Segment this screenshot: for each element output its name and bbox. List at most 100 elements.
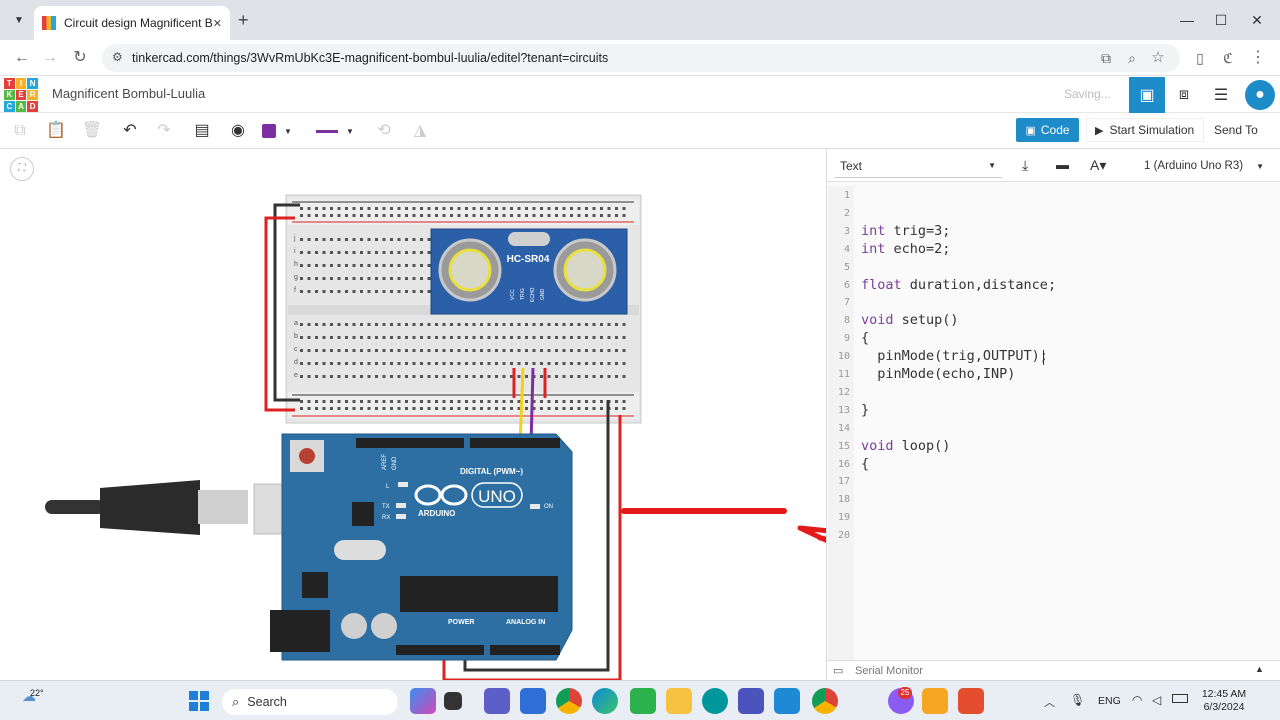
- chevron-up-icon[interactable]: ︿: [1044, 694, 1055, 710]
- circuit-view-icon[interactable]: ▣: [1129, 77, 1165, 113]
- breadboard-hole: [397, 251, 401, 254]
- serial-monitor-bar[interactable]: ▭ Serial Monitor ▲: [827, 660, 1280, 680]
- chrome-icon[interactable]: [556, 688, 582, 714]
- tinkercad-logo[interactable]: T I N K E R C A D: [4, 78, 38, 112]
- breadboard-hole: [487, 207, 491, 210]
- send-to-button[interactable]: Send To: [1214, 118, 1274, 142]
- code-line[interactable]: {: [861, 456, 869, 472]
- breadboard-hole: [607, 207, 611, 210]
- start-logo-tile: [200, 702, 209, 711]
- vscode-icon[interactable]: [774, 688, 800, 714]
- taskbar-search[interactable]: ⌕ Search: [222, 689, 398, 715]
- wifi-icon[interactable]: ◠: [1132, 693, 1142, 707]
- teams-classic-icon[interactable]: [738, 688, 764, 714]
- schematic-view-icon[interactable]: ⧈: [1166, 77, 1202, 113]
- breadboard-hole: [300, 375, 303, 378]
- code-line[interactable]: void loop(): [861, 438, 950, 454]
- user-avatar[interactable]: ●: [1242, 77, 1278, 113]
- breadboard-hole: [390, 375, 393, 378]
- wire-type-picker[interactable]: ▼: [316, 122, 358, 140]
- code-mode-select[interactable]: Text ▼: [834, 154, 1002, 178]
- menu-kebab-icon[interactable]: ⋮: [1246, 46, 1270, 70]
- breadboard-hole: [330, 277, 333, 280]
- battery-icon[interactable]: [1172, 694, 1188, 703]
- app-red-icon[interactable]: [958, 688, 984, 714]
- circuit-drawing: HC-SR04 VCC TRIG ECHO GND DIGITAL (PWM~)…: [45, 194, 826, 680]
- project-title[interactable]: Magnificent Bombul-Luulia: [52, 86, 205, 101]
- rotate-icon[interactable]: ⟲: [372, 119, 396, 143]
- forward-icon[interactable]: →: [38, 46, 62, 70]
- back-icon[interactable]: ←: [10, 46, 34, 70]
- new-tab-button[interactable]: +: [238, 10, 249, 31]
- volume-icon[interactable]: ◁: [1152, 693, 1161, 707]
- camtasia-icon[interactable]: [630, 688, 656, 714]
- breadboard-hole: [427, 290, 431, 293]
- url-field[interactable]: ⚙ tinkercad.com/things/3WvRmUbKc3E-magni…: [102, 44, 1180, 72]
- expand-icon[interactable]: ▲: [1255, 664, 1264, 674]
- start-button[interactable]: [189, 691, 209, 711]
- extension-icon[interactable]: ℭ: [1216, 46, 1240, 70]
- code-line[interactable]: {: [861, 330, 869, 346]
- minimize-button[interactable]: —: [1172, 8, 1202, 32]
- code-line[interactable]: }: [861, 402, 869, 418]
- delete-icon[interactable]: 🗑: [80, 119, 104, 143]
- copy-icon[interactable]: ⧉: [8, 119, 32, 143]
- store-icon[interactable]: [520, 688, 546, 714]
- breadboard-hole: [525, 323, 528, 326]
- code-line[interactable]: float duration,distance;: [861, 277, 1056, 293]
- code-line[interactable]: int echo=2;: [861, 241, 950, 257]
- teams-icon[interactable]: [484, 688, 510, 714]
- component-list-icon[interactable]: ☰: [1203, 77, 1239, 113]
- weather-widget[interactable]: ☁ 22°: [22, 688, 44, 705]
- breadboard-hole: [427, 362, 431, 365]
- notes-visibility-icon[interactable]: ◉: [226, 119, 250, 143]
- install-icon[interactable]: ⧉: [1094, 46, 1118, 70]
- tab-close-icon[interactable]: ✕: [213, 17, 222, 30]
- site-info-icon[interactable]: ⚙: [112, 50, 123, 64]
- redo-icon[interactable]: ↷: [152, 119, 176, 143]
- font-size-icon[interactable]: A▾: [1090, 157, 1106, 174]
- close-window-button[interactable]: ✕: [1242, 8, 1272, 32]
- undo-icon[interactable]: ↶: [118, 119, 142, 143]
- breadboard-hole: [495, 375, 498, 378]
- device-select[interactable]: 1 (Arduino Uno R3) ▼: [1140, 154, 1268, 178]
- copilot-icon[interactable]: [410, 688, 436, 714]
- text-cursor: [1043, 350, 1044, 365]
- line-number: 8: [843, 315, 850, 327]
- notes-app-icon[interactable]: [922, 688, 948, 714]
- arduino-ide-icon[interactable]: [702, 688, 728, 714]
- edge-icon[interactable]: [592, 688, 618, 714]
- libraries-icon[interactable]: ▬: [1056, 157, 1069, 172]
- breadboard-hole: [405, 264, 408, 267]
- microphone-icon[interactable]: 🎙: [1070, 693, 1085, 707]
- device-value: 1 (Arduino Uno R3): [1144, 160, 1244, 172]
- download-icon[interactable]: ⤓: [1022, 157, 1028, 174]
- color-picker[interactable]: ▼: [262, 122, 304, 140]
- tab-search-button[interactable]: ▼: [8, 10, 30, 32]
- maximize-button[interactable]: ☐: [1206, 8, 1236, 32]
- file-explorer-icon[interactable]: [666, 688, 692, 714]
- reload-icon[interactable]: ↻: [68, 46, 92, 70]
- breadboard-hole: [352, 207, 356, 210]
- clock[interactable]: 12:45 AM 6/3/2024: [1196, 688, 1252, 714]
- flip-icon[interactable]: ◮: [408, 119, 432, 143]
- browser-tab[interactable]: Circuit design Magnificent Bom ✕: [34, 6, 230, 40]
- notes-icon[interactable]: ▤: [190, 119, 214, 143]
- code-line[interactable]: pinMode(echo,INP): [861, 366, 1015, 382]
- paste-icon[interactable]: 📋: [44, 119, 68, 143]
- code-text: {: [861, 455, 870, 472]
- code-line[interactable]: pinMode(trig,OUTPUT);: [861, 348, 1048, 364]
- code-line[interactable]: int trig=3;: [861, 223, 950, 239]
- start-simulation-button[interactable]: ▶ Start Simulation: [1086, 118, 1204, 142]
- breadboard-hole: [360, 323, 363, 326]
- breadboard-hole: [472, 349, 476, 352]
- code-button[interactable]: ▣ Code: [1016, 118, 1079, 142]
- code-line[interactable]: void setup(): [861, 312, 959, 328]
- language-indicator[interactable]: ENG: [1098, 695, 1121, 707]
- breadboard-hole: [307, 214, 311, 217]
- chrome-active-icon[interactable]: [812, 688, 838, 714]
- bookmark-star-icon[interactable]: ☆: [1146, 46, 1170, 70]
- sidebar-icon[interactable]: ▯: [1188, 46, 1212, 70]
- zoom-icon[interactable]: ⌕: [1120, 46, 1144, 70]
- task-view-icon[interactable]: [444, 692, 462, 710]
